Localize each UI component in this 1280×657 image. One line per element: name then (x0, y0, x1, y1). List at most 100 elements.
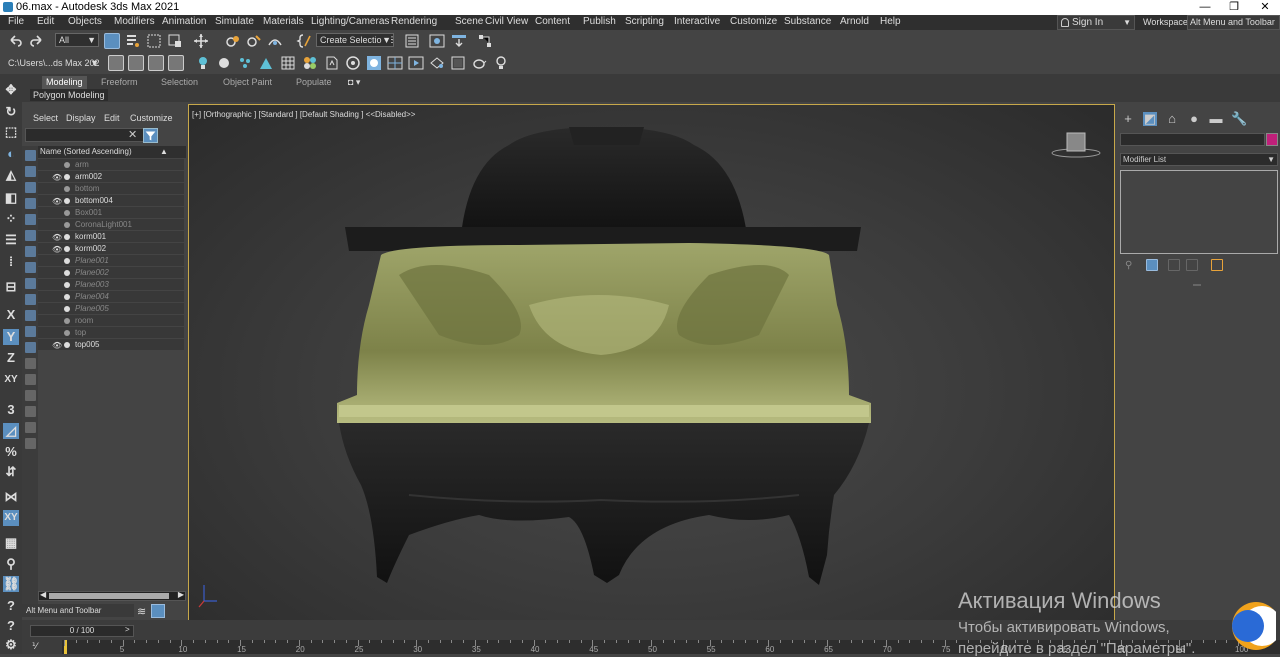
selection-set-dropdown[interactable]: Create Selection Se ▼ (316, 33, 394, 47)
snap-icon[interactable]: ◐ (3, 146, 19, 162)
ribbon-tab-selection[interactable]: Selection (157, 76, 202, 89)
ribbon-tab-object-paint[interactable]: Object Paint (219, 76, 276, 89)
menu-item-content[interactable]: Content (535, 16, 570, 27)
axis-y-icon[interactable]: Y (3, 329, 19, 345)
display-lights-icon[interactable] (25, 182, 36, 193)
teapot-icon[interactable] (471, 55, 487, 71)
filter-icon[interactable] (143, 128, 158, 143)
menu-item-lighting-cameras[interactable]: Lighting/Cameras (311, 16, 389, 27)
display-geometry-icon[interactable] (25, 150, 36, 161)
project-path-dropdown[interactable]: C:\Users\...ds Max 2021 ▼ (4, 56, 100, 70)
filter-funnel-icon[interactable] (25, 422, 36, 433)
object-color-swatch[interactable] (1266, 133, 1278, 146)
display-tab-icon[interactable]: ▬ (1209, 112, 1223, 126)
select-and-place-icon[interactable] (108, 55, 124, 71)
object-name-field[interactable] (1120, 133, 1265, 146)
percent-snap-icon[interactable]: % (3, 444, 19, 460)
sign-in-dropdown[interactable]: Sign In ▼ (1057, 15, 1135, 30)
redo-icon[interactable] (29, 33, 45, 49)
hierarchy-icon[interactable] (25, 390, 36, 401)
ribbon-tab-populate[interactable]: Populate (292, 76, 336, 89)
scroll-right-icon[interactable]: ▶ (178, 590, 184, 599)
layer-explorer-icon[interactable] (429, 33, 445, 49)
display-xrefs-icon[interactable] (25, 262, 36, 273)
select-by-name-icon[interactable] (125, 33, 141, 49)
table-row[interactable]: 👁 korm001 (38, 231, 184, 243)
table-row[interactable]: Plane002 (38, 267, 184, 279)
display-groups-icon[interactable] (25, 246, 36, 257)
explorer-menu-edit[interactable]: Edit (104, 113, 120, 123)
viewport-orthographic[interactable]: [+] [Orthographic ] [Standard ] [Default… (188, 104, 1115, 621)
menu-item-civil-view[interactable]: Civil View (485, 16, 528, 27)
utilities-tab-icon[interactable]: 🔧 (1231, 112, 1247, 126)
close-icon[interactable]: ✕ (128, 128, 137, 141)
display-shapes-icon[interactable] (25, 166, 36, 177)
table-row[interactable]: CoronaLight001 (38, 219, 184, 231)
modify-tab-icon[interactable]: ◩ (1143, 112, 1157, 126)
ribbon-options-icon[interactable]: ◘ ▾ (348, 77, 360, 88)
explorer-column-header[interactable]: Name (Sorted Ascending) ▲ Froze (38, 146, 186, 168)
table-row[interactable]: Plane005 (38, 303, 184, 315)
menu-item-animation[interactable]: Animation (162, 16, 206, 27)
table-row[interactable]: Plane004 (38, 291, 184, 303)
angle-snap-icon[interactable]: ◭ (3, 167, 19, 183)
table-row[interactable]: 👁 top005 (38, 339, 184, 351)
table-row[interactable]: 👁 arm002 (38, 171, 184, 183)
move-icon[interactable]: ✥ (3, 82, 19, 98)
boat-model[interactable] (189, 105, 1114, 620)
restore-button[interactable]: ❐ (1219, 0, 1249, 15)
scroll-left-icon[interactable]: ◀ (40, 590, 46, 599)
link-icon[interactable] (225, 33, 241, 49)
close-button[interactable]: ✕ (1250, 0, 1280, 15)
workspace-footer[interactable]: Alt Menu and Toolbar (22, 604, 134, 617)
sphere-icon[interactable] (216, 55, 232, 71)
render-to-texture-icon[interactable] (429, 55, 445, 71)
table-row[interactable]: 👁 korm002 (38, 243, 184, 255)
explorer-toggle-icon[interactable] (151, 604, 165, 618)
scene-explorer-icon[interactable] (404, 33, 420, 49)
menu-item-customize[interactable]: Customize (730, 16, 777, 27)
rendered-frame-icon[interactable] (345, 55, 361, 71)
render-setup-icon[interactable] (324, 55, 340, 71)
menu-item-interactive[interactable]: Interactive (674, 16, 720, 27)
menu-item-rendering[interactable]: Rendering (391, 16, 437, 27)
display-containers-icon[interactable] (25, 294, 36, 305)
display-none-icon[interactable] (25, 358, 36, 369)
menu-item-modifiers[interactable]: Modifiers (114, 16, 155, 27)
array-icon[interactable]: ⁘ (3, 211, 19, 227)
normal-align-icon[interactable]: ⊟ (3, 279, 19, 295)
mirror-icon[interactable] (128, 55, 144, 71)
help-snap-icon[interactable]: ? (3, 618, 19, 634)
scale-icon[interactable]: ⬚ (3, 124, 19, 140)
display-bones-icon[interactable] (25, 278, 36, 289)
explorer-menu-select[interactable]: Select (33, 113, 58, 123)
display-all-icon[interactable] (25, 342, 36, 353)
mirror-icon[interactable]: ◧ (3, 190, 19, 206)
bind-space-warp-icon[interactable] (267, 33, 283, 49)
remove-modifier-icon[interactable] (1186, 259, 1198, 271)
measure-icon[interactable]: ⚲ (3, 556, 19, 572)
menu-item-simulate[interactable]: Simulate (215, 16, 254, 27)
lock-icon[interactable] (25, 438, 36, 449)
column-name[interactable]: Name (Sorted Ascending) (40, 146, 132, 158)
scatter-icon[interactable] (258, 55, 274, 71)
settings-icon[interactable]: ⚙ (3, 637, 19, 653)
table-row[interactable]: Plane001 (38, 255, 184, 267)
display-hidden-icon[interactable] (25, 326, 36, 337)
table-row[interactable]: 👁 bottom004 (38, 195, 184, 207)
hierarchy-tab-icon[interactable]: ⌂ (1165, 112, 1179, 126)
particles-icon[interactable] (237, 55, 253, 71)
menu-item-help[interactable]: Help (880, 16, 901, 27)
notification-logo-icon[interactable] (1226, 598, 1276, 654)
rotate-icon[interactable]: ↻ (3, 104, 19, 120)
workspace-select[interactable]: Alt Menu and Toolbar (1187, 15, 1280, 30)
menu-item-arnold[interactable]: Arnold (840, 16, 869, 27)
table-row[interactable]: top (38, 327, 184, 339)
schematic-view-icon[interactable] (477, 33, 493, 49)
axis-z-icon[interactable]: Z (3, 350, 19, 366)
menu-item-scene[interactable]: Scene (455, 16, 483, 27)
array-icon[interactable] (168, 55, 184, 71)
show-end-result-icon[interactable] (1146, 259, 1158, 271)
display-frozen-icon[interactable] (25, 310, 36, 321)
visibility-eye-icon[interactable]: 👁 (52, 196, 62, 207)
